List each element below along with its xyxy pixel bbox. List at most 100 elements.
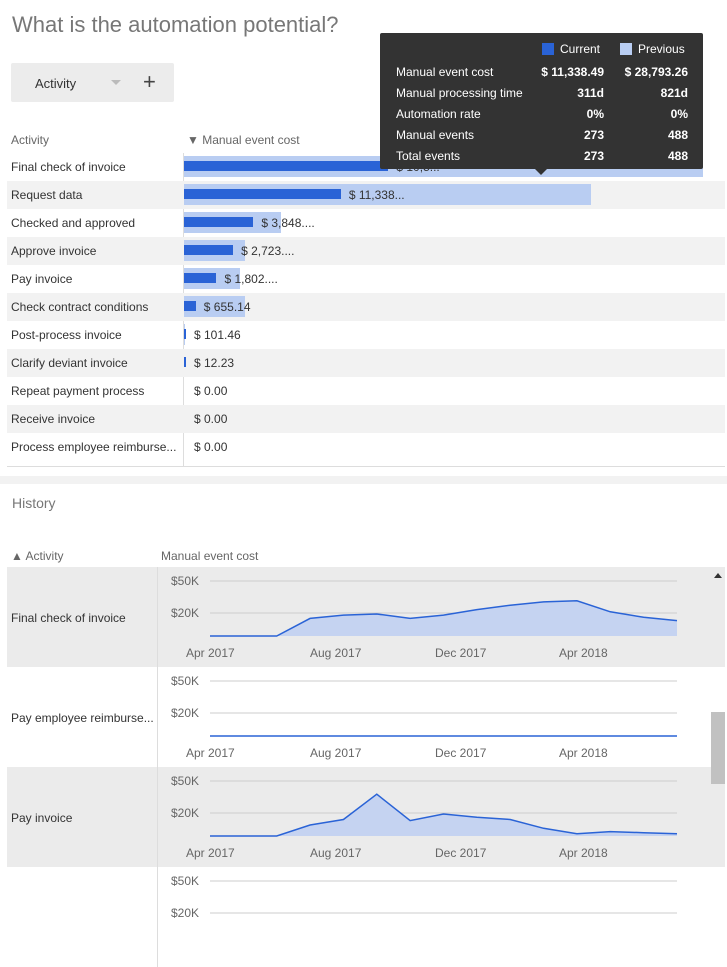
table-row[interactable]: Clarify deviant invoice $ 12.23 [7,349,725,377]
history-sparkline[interactable]: $50K $20K Apr 2017 Aug 2017 Dec 2017 Apr 2018 [157,767,711,867]
current-bar[interactable] [184,189,341,199]
current-bar[interactable] [184,329,186,339]
scroll-up-icon[interactable] [714,573,722,578]
previous-swatch [620,43,632,55]
divider [7,466,725,467]
y-tick-label: $20K [171,806,199,820]
history-sparkline[interactable]: $50K $20K Apr 2017 Aug 2017 Dec 2017 Apr 2018 [157,667,711,767]
history-sparkline[interactable]: $50K $20K Apr 2017 Aug 2017 Dec 2017 Apr 2018 [157,567,711,667]
activity-name: Receive invoice [11,412,96,426]
tooltip-current-value: 0% [586,107,604,121]
table-row[interactable]: Request data $ 11,338... [7,181,725,209]
tooltip-current-value: 311d [577,86,604,100]
history-title: History [12,495,56,511]
x-tick-label: Apr 2017 [186,746,235,760]
activity-name: Checked and approved [11,216,136,230]
scrollbar-thumb[interactable] [711,712,725,784]
history-activity-name: Pay employee reimburse... [11,711,154,725]
x-tick-label: Aug 2017 [310,746,362,760]
current-bar[interactable] [184,245,234,255]
tooltip-row: Total events 273 488 [396,149,688,165]
x-tick-label: Dec 2017 [435,646,487,660]
activity-table: Final check of invoice$ 10,5...Request d… [7,153,725,461]
x-tick-label: Dec 2017 [435,846,487,860]
tooltip-previous-value: 0% [670,107,688,121]
x-tick-label: Apr 2018 [559,746,608,760]
current-bar[interactable] [184,273,217,283]
current-bar[interactable] [184,161,389,171]
current-bar[interactable] [184,217,254,227]
activity-name: Clarify deviant invoice [11,356,128,370]
bar-value-label: $ 11,338... [348,188,405,202]
tooltip-current-value: 273 [583,149,604,163]
legend-previous: Previous [620,42,685,56]
activity-name: Repeat payment process [11,384,145,398]
activity-name: Check contract conditions [11,300,149,314]
tooltip-row: Automation rate 0% 0% [396,107,688,123]
activity-name: Approve invoice [11,244,97,258]
section-divider [0,476,727,484]
page-title: What is the automation potential? [12,12,339,37]
table-row[interactable]: Post-process invoice $ 101.46 [7,321,725,349]
series-area [210,600,677,636]
activity-chip-label: Activity [35,76,77,91]
tooltip: Current Previous Manual event cost $ 11,3… [380,33,703,175]
bar-value-label: $ 2,723.... [241,244,295,258]
table-row[interactable]: Pay invoice $ 1,802.... [7,265,725,293]
bar-value-label: $ 101.46 [194,328,241,342]
history-row[interactable]: Pay invoice $50K $20K Apr 2017 Aug 2017 Dec 2… [7,767,725,867]
current-bar[interactable] [184,301,196,311]
history-activity-name: Final check of invoice [11,611,126,625]
tooltip-previous-value: 821d [660,86,688,100]
x-tick-label: Aug 2017 [310,846,362,860]
activity-name: Post-process invoice [11,328,122,342]
table-row[interactable]: Approve invoice $ 2,723.... [7,237,725,265]
tooltip-current-value: 273 [583,128,604,142]
history-row[interactable]: $50K $20K [7,867,725,967]
bar-value-label: $ 3,848.... [261,216,315,230]
history-header-manual-event-cost[interactable]: Manual event cost [161,549,258,563]
column-header-manual-event-cost[interactable]: ▼ Manual event cost [187,133,300,147]
column-header-activity[interactable]: Activity [11,133,49,147]
current-swatch [542,43,554,55]
current-bar[interactable] [184,357,186,367]
tooltip-row: Manual events 273 488 [396,128,688,144]
history-row[interactable]: Pay employee reimburse... $50K $20K Apr 201… [7,667,725,767]
activity-name: Process employee reimburse... [11,440,177,454]
tooltip-previous-value: 488 [667,128,688,142]
activity-name: Pay invoice [11,272,73,286]
chevron-down-icon[interactable] [111,80,121,85]
y-tick-label: $20K [171,606,199,620]
y-tick-label: $50K [171,874,199,888]
y-tick-label: $20K [171,906,199,920]
table-row[interactable]: Receive invoice $ 0.00 [7,405,725,433]
x-tick-label: Apr 2017 [186,846,235,860]
tooltip-current-value: $ 11,338.49 [541,65,604,79]
history-sparkline[interactable]: $50K $20K [157,867,711,967]
tooltip-label: Manual processing time [396,86,523,100]
history-header-activity[interactable]: ▲ Activity [11,549,64,563]
tooltip-label: Automation rate [396,107,481,121]
x-tick-label: Aug 2017 [310,646,362,660]
history-row[interactable]: Final check of invoice $50K $20K Apr 2017 Au… [7,567,725,667]
history-activity-name: Pay invoice [11,811,73,825]
activity-chip[interactable]: Activity + [11,63,174,102]
bar-value-label: $ 0.00 [194,384,228,398]
table-row[interactable]: Repeat payment process $ 0.00 [7,377,725,405]
tooltip-previous-value: 488 [667,149,688,163]
bar-value-label: $ 0.00 [194,440,228,454]
tooltip-label: Total events [396,149,461,163]
table-row[interactable]: Process employee reimburse... $ 0.00 [7,433,725,461]
tooltip-label: Manual event cost [396,65,494,79]
legend-current-label: Current [560,42,601,56]
y-tick-label: $50K [171,774,199,788]
x-tick-label: Apr 2018 [559,846,608,860]
scrollbar[interactable] [711,567,725,890]
activity-name: Request data [11,188,83,202]
add-icon[interactable]: + [143,69,156,95]
x-tick-label: Apr 2017 [186,646,235,660]
table-row[interactable]: Check contract conditions $ 655.14 [7,293,725,321]
activity-name: Final check of invoice [11,160,126,174]
table-row[interactable]: Checked and approved $ 3,848.... [7,209,725,237]
y-tick-label: $50K [171,574,199,588]
